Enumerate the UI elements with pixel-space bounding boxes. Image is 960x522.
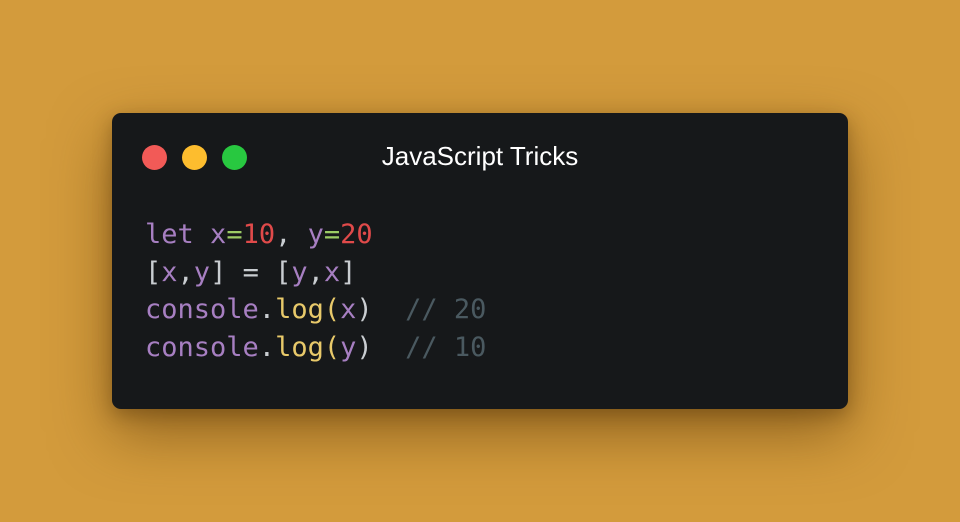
code-line: [x,y] = [y,x] xyxy=(145,254,486,292)
code-token: x xyxy=(161,256,178,288)
code-comment: // 20 xyxy=(405,294,487,325)
code-token: 20 xyxy=(340,219,373,250)
page-background: { "window": { "title": "JavaScript Trick… xyxy=(0,0,960,522)
code-token: ] xyxy=(340,256,357,288)
window-title: JavaScript Tricks xyxy=(381,141,579,171)
code-token: , xyxy=(177,256,194,288)
code-token: y xyxy=(340,331,357,363)
code-line: let x=10, y=20 xyxy=(145,216,486,254)
code-token: = xyxy=(226,219,243,250)
code-token: log xyxy=(275,294,324,325)
code-token: . xyxy=(258,294,276,325)
code-token: ( xyxy=(323,294,341,325)
code-token: ) xyxy=(356,294,373,325)
code-token: x xyxy=(210,219,227,250)
code-window: JavaScript Tricks let x=10, y=20 [x,y] = … xyxy=(112,113,848,409)
code-token: . xyxy=(258,331,276,363)
code-token: let xyxy=(145,219,194,250)
code-token: [ xyxy=(145,256,162,288)
code-token: = xyxy=(323,219,341,250)
code-token: y xyxy=(291,256,308,288)
code-line: console.log(x) // 20 xyxy=(145,291,486,329)
code-token: , xyxy=(307,256,324,288)
code-token: console xyxy=(145,331,259,363)
code-token: y xyxy=(193,256,211,288)
code-token: x xyxy=(323,256,341,288)
code-token: ] = [ xyxy=(210,256,292,288)
code-token: ( xyxy=(323,331,341,363)
code-token: ) xyxy=(356,331,373,363)
code-line: console.log(y) // 10 xyxy=(145,329,486,367)
code-token: x xyxy=(340,294,357,325)
code-token: 10 xyxy=(242,219,276,250)
code-token: , xyxy=(275,219,308,250)
code-block: let x=10, y=20 [x,y] = [y,x] console.log(x… xyxy=(145,216,486,366)
code-comment: // 10 xyxy=(405,331,487,363)
code-token: y xyxy=(307,219,324,250)
code-token: console xyxy=(145,294,259,325)
code-token: log xyxy=(275,331,324,363)
